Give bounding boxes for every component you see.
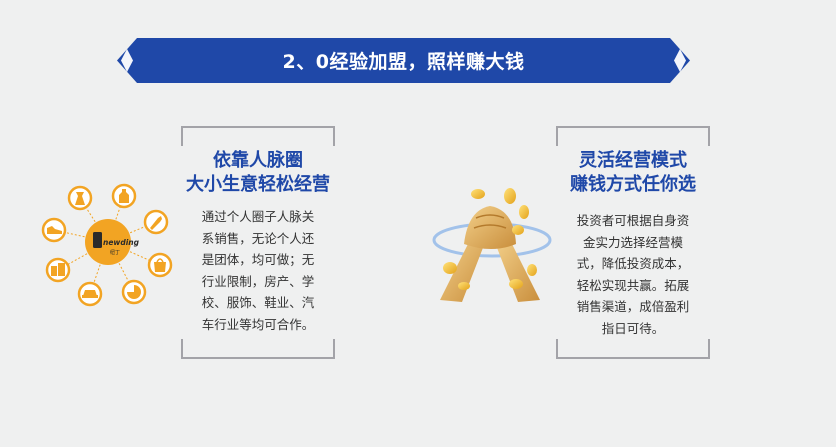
desc-line: 金实力选择经营模 <box>582 234 683 250</box>
desc-line: 是团体，均可做；无 <box>201 252 315 267</box>
right-heading-line1: 灵活经营模式 <box>579 150 687 171</box>
logo-text: newding <box>103 238 140 247</box>
bottle-icon <box>111 183 137 209</box>
business-network-illustration: newding 纽丁 <box>41 183 173 307</box>
desc-line: 通过个人圈子人脉关 <box>201 209 315 224</box>
desc-line: 行业限制，房产、学 <box>201 273 315 289</box>
desc-line: 指日可待。 <box>601 320 665 336</box>
pie-icon <box>121 279 147 305</box>
coin <box>509 279 523 289</box>
building-icon <box>45 257 71 283</box>
bracket-bottom <box>556 339 710 359</box>
bracket-top <box>556 126 710 146</box>
desc-line: 式，降低投资成本， <box>576 256 690 271</box>
logo-subtext: 纽丁 <box>110 249 120 256</box>
left-heading-line2: 大小生意轻松经营 <box>186 174 330 195</box>
left-card-description: 通过个人圈子人脉关 系销售，无论个人还 是团体，均可做；无 行业限制，房产、学 … <box>183 206 333 335</box>
desc-line: 校、服饰、鞋业、汽 <box>201 295 315 310</box>
coin <box>471 189 485 199</box>
bracket-top <box>181 126 335 146</box>
coin <box>527 264 537 276</box>
desc-line: 系销售，无论个人还 <box>201 230 315 246</box>
right-card-description: 投资者可根据自身资 金实力选择经营模 式，降低投资成本， 轻松实现共赢。拓展 销… <box>558 210 708 339</box>
desc-line: 车行业等均可合作。 <box>201 316 315 332</box>
phone-icon <box>93 232 102 248</box>
desc-line: 轻松实现共赢。拓展 <box>576 277 690 293</box>
tools-icon <box>143 209 169 235</box>
dress-icon <box>67 185 93 211</box>
coin <box>458 282 470 290</box>
desc-line: 投资者可根据自身资 <box>576 213 690 228</box>
coin <box>519 205 529 219</box>
left-heading-line1: 依靠人脉圈 <box>213 150 303 171</box>
shoe-icon <box>41 217 67 243</box>
clasped-hands <box>464 206 516 249</box>
car-icon <box>77 281 103 307</box>
right-heading-line2: 赚钱方式任你选 <box>570 174 696 195</box>
section-title-banner: 2、0经验加盟，照样赚大钱 <box>117 38 690 83</box>
coin <box>504 188 516 204</box>
bracket-bottom <box>181 339 335 359</box>
hands-coins-icon <box>432 188 552 302</box>
right-card-heading: 灵活经营模式 赚钱方式任你选 <box>543 149 723 197</box>
coin <box>512 225 524 235</box>
bag-icon <box>147 252 173 278</box>
left-card-heading: 依靠人脉圈 大小生意轻松经营 <box>168 149 348 197</box>
coin <box>443 262 457 274</box>
section-title: 2、0经验加盟，照样赚大钱 <box>282 51 525 73</box>
desc-line: 销售渠道，成倍盈利 <box>576 299 690 314</box>
